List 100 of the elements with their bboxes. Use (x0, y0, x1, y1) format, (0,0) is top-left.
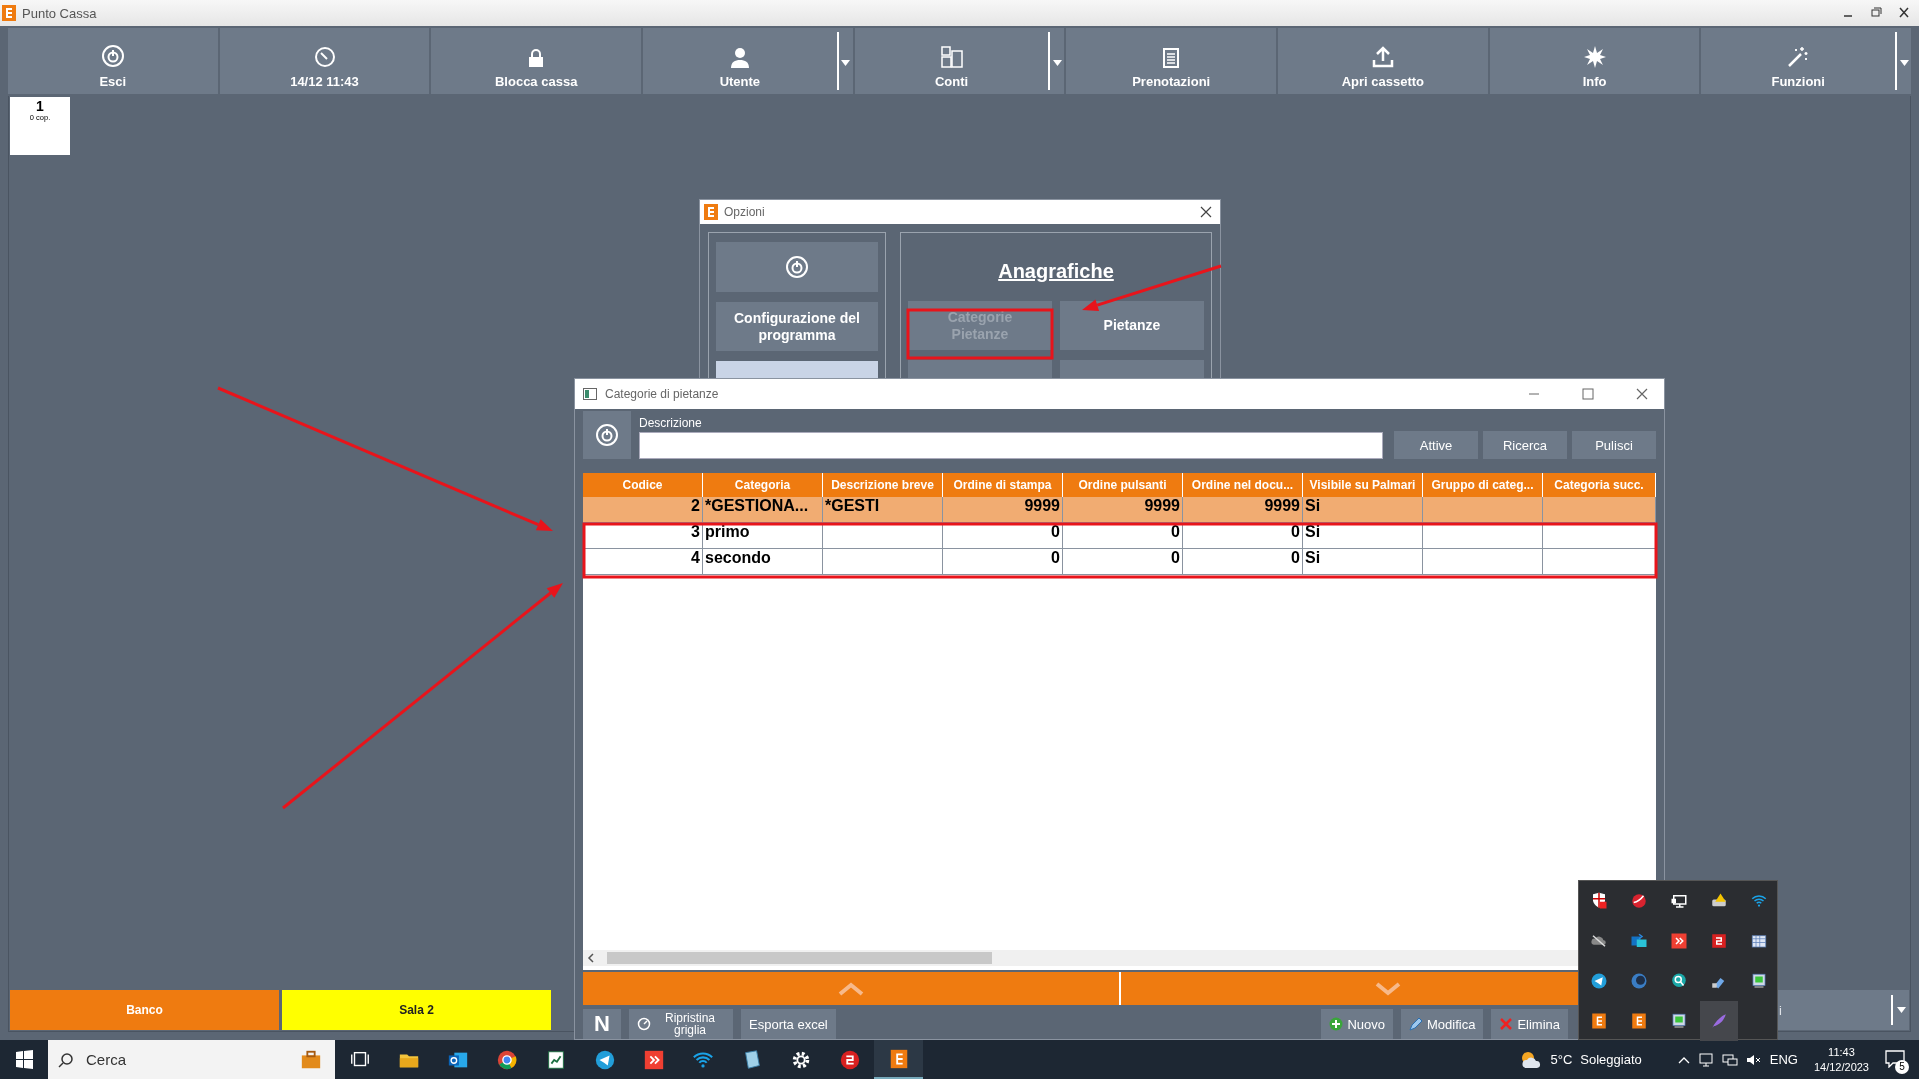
upload-icon (1371, 46, 1394, 68)
option-button[interactable] (1060, 360, 1204, 380)
option-button[interactable]: Configurazione del programma (716, 302, 878, 351)
table-cell: Si (1305, 497, 1321, 514)
column-header[interactable]: Categoria (703, 473, 823, 497)
plus-icon (1329, 1017, 1344, 1031)
table-cell: secondo (705, 549, 771, 566)
footer-button[interactable]: Elimina (1491, 1009, 1568, 1039)
telegram-icon[interactable] (593, 1048, 616, 1071)
table-cell: 0 (1291, 523, 1300, 540)
power-button[interactable] (583, 411, 631, 459)
weather-sun-cloud-icon[interactable] (1520, 1049, 1543, 1070)
close-icon[interactable] (1636, 388, 1648, 400)
clock-icon (313, 46, 336, 68)
table-cell: 3 (691, 523, 700, 540)
scroll-left-icon[interactable] (587, 953, 595, 963)
cloud-off-icon[interactable] (1590, 932, 1608, 950)
option-button[interactable] (716, 361, 878, 381)
maximize-icon[interactable] (1582, 388, 1594, 400)
column-header[interactable]: Ordine nel docu... (1183, 473, 1303, 497)
reset-icon (637, 1017, 651, 1031)
window-icon (583, 388, 597, 400)
weather-text: Soleggiato (1580, 1052, 1642, 1067)
table-cell: *GESTIONA... (705, 497, 809, 514)
table-cell: 2 (691, 497, 700, 514)
column-header[interactable]: Descrizione breve (823, 473, 943, 497)
magnifier-icon[interactable] (1670, 972, 1688, 990)
power-icon (785, 255, 809, 279)
room-tab[interactable]: Sala 2 (282, 990, 551, 1030)
table-cell: 9999 (1264, 497, 1300, 514)
burst-icon (1583, 46, 1606, 68)
power-icon (595, 423, 619, 447)
chevron-up-icon[interactable] (1677, 1055, 1690, 1064)
power-button[interactable] (716, 242, 878, 292)
field-label: Descrizione (639, 416, 703, 430)
feather-icon[interactable] (1710, 1012, 1728, 1030)
app-e-icon[interactable] (1630, 1012, 1648, 1030)
remote-desk-icon[interactable] (1670, 932, 1688, 950)
table-row[interactable]: 4 secondo 0 0 0 Si (583, 549, 1656, 575)
table-cell: 0 (1291, 549, 1300, 566)
monitor-icon[interactable] (1670, 892, 1688, 910)
mail-sync-icon[interactable] (1630, 932, 1648, 950)
table-cell: Si (1305, 549, 1321, 566)
remote-desk-icon[interactable] (642, 1048, 665, 1071)
swoosh-ball-icon[interactable] (1630, 892, 1648, 910)
footer-button[interactable]: Modifica (1400, 1009, 1484, 1039)
filter-button[interactable]: Pulisci (1572, 431, 1656, 459)
column-header[interactable]: Ordine di stampa (943, 473, 1063, 497)
dropdown-caret-icon[interactable] (1048, 32, 1065, 90)
option-button[interactable]: Pietanze (1060, 301, 1204, 350)
telegram-icon[interactable] (1590, 972, 1608, 990)
column-header[interactable]: Visibile su Palmari (1303, 473, 1423, 497)
dialog-title: Opzioni (724, 205, 765, 219)
power-icon (100, 44, 125, 68)
close-icon[interactable] (1200, 206, 1212, 218)
briefcase-icon[interactable] (299, 1048, 322, 1071)
table-cell: Si (1305, 523, 1321, 540)
network-icon[interactable] (1721, 1051, 1738, 1068)
table-cell: 0 (1051, 549, 1060, 566)
option-button[interactable] (908, 360, 1052, 380)
app-logo-icon (704, 204, 718, 220)
column-header[interactable]: Categoria succ. (1543, 473, 1656, 497)
footer-button[interactable]: Ripristina griglia (629, 1009, 733, 1039)
section-title: Anagrafiche (998, 260, 1114, 283)
app-e-icon[interactable] (1590, 1012, 1608, 1030)
square-badge-icon[interactable] (1710, 932, 1728, 950)
round-badge-icon[interactable] (838, 1048, 861, 1071)
table-cell: *GESTI (825, 497, 880, 514)
dropdown-caret-icon[interactable] (836, 32, 853, 90)
search-icon (58, 1051, 74, 1068)
table-cell: 9999 (1144, 497, 1180, 514)
app-logo-icon (2, 5, 16, 21)
dropdown-caret-icon[interactable] (1895, 32, 1912, 90)
footer-button[interactable]: Nuovo (1321, 1009, 1393, 1039)
language-indicator[interactable]: ENG (1769, 1052, 1798, 1067)
calendar-icon[interactable] (1750, 932, 1768, 950)
table-cell: 9999 (1024, 497, 1060, 514)
room-tab[interactable]: Banco (10, 990, 279, 1030)
column-header[interactable]: Gruppo di categ... (1423, 473, 1543, 497)
filter-button[interactable]: Ricerca (1483, 431, 1567, 459)
table-row[interactable]: 2 *GESTIONA... *GESTI 9999 9999 9999 Si (583, 497, 1656, 523)
computer-icon[interactable] (1750, 972, 1768, 990)
browser-icon[interactable] (495, 1048, 518, 1071)
lock-icon (528, 48, 545, 68)
shield-icon[interactable] (1590, 892, 1608, 910)
new-row-button[interactable]: N (583, 1009, 621, 1039)
clock[interactable]: 11:43 14/12/2023 (1813, 1044, 1869, 1075)
documents-icon (940, 46, 963, 68)
footer-button[interactable]: Esporta excel (741, 1009, 836, 1039)
column-header[interactable]: Ordine pulsanti (1063, 473, 1183, 497)
table-cell: 0 (1171, 549, 1180, 566)
crescent-icon[interactable] (1630, 972, 1648, 990)
user-icon (730, 48, 749, 68)
monitor-icon[interactable] (1697, 1051, 1714, 1068)
table-cell: 0 (1051, 523, 1060, 540)
description-field[interactable] (639, 432, 1383, 459)
computer-icon[interactable] (1670, 1012, 1688, 1030)
dropdown-caret-icon[interactable] (1896, 1007, 1906, 1013)
filter-button[interactable]: Attive (1394, 431, 1478, 459)
column-header[interactable]: Codice (583, 473, 703, 497)
